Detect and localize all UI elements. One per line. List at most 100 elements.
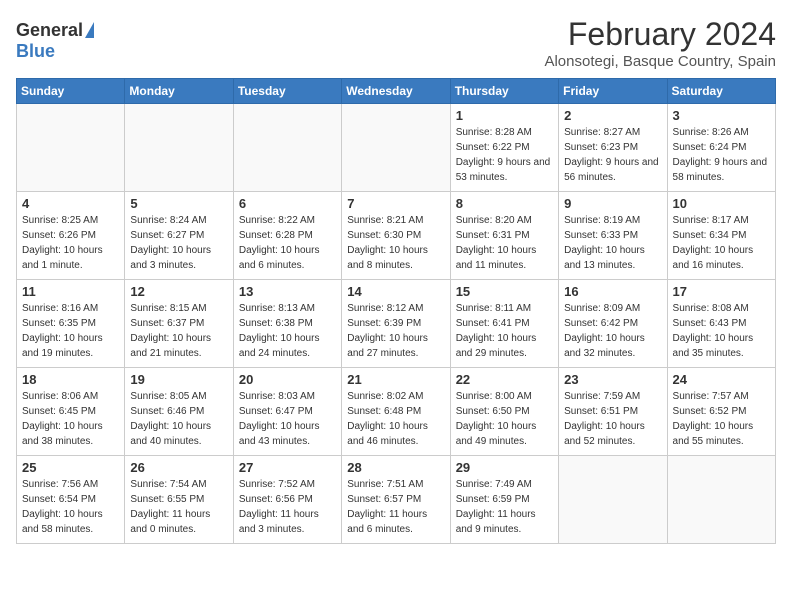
day-number: 9: [564, 196, 661, 211]
day-info: Sunrise: 8:03 AM Sunset: 6:47 PM Dayligh…: [239, 389, 336, 449]
day-info: Sunrise: 8:26 AM Sunset: 6:24 PM Dayligh…: [673, 125, 770, 185]
day-info: Sunrise: 8:28 AM Sunset: 6:22 PM Dayligh…: [456, 125, 553, 185]
day-cell: 7 Sunrise: 8:21 AM Sunset: 6:30 PM Daylig…: [342, 192, 450, 280]
header-cell-monday: Monday: [125, 79, 233, 104]
day-info: Sunrise: 8:13 AM Sunset: 6:38 PM Dayligh…: [239, 301, 336, 361]
day-info: Sunrise: 8:11 AM Sunset: 6:41 PM Dayligh…: [456, 301, 553, 361]
day-cell: 3 Sunrise: 8:26 AM Sunset: 6:24 PM Daylig…: [667, 104, 775, 192]
day-info: Sunrise: 7:54 AM Sunset: 6:55 PM Dayligh…: [130, 477, 227, 537]
day-number: 2: [564, 108, 661, 123]
day-cell: 19 Sunrise: 8:05 AM Sunset: 6:46 PM Dayli…: [125, 368, 233, 456]
day-cell: [233, 104, 341, 192]
day-info: Sunrise: 8:20 AM Sunset: 6:31 PM Dayligh…: [456, 213, 553, 273]
day-cell: [125, 104, 233, 192]
day-number: 26: [130, 460, 227, 475]
day-cell: 27 Sunrise: 7:52 AM Sunset: 6:56 PM Dayli…: [233, 456, 341, 544]
day-info: Sunrise: 8:17 AM Sunset: 6:34 PM Dayligh…: [673, 213, 770, 273]
calendar-body: 1Sunrise: 8:28 AM Sunset: 6:22 PM Daylig…: [17, 104, 776, 544]
day-info: Sunrise: 8:27 AM Sunset: 6:23 PM Dayligh…: [564, 125, 661, 185]
day-number: 27: [239, 460, 336, 475]
logo-triangle-icon: [85, 22, 94, 38]
day-number: 19: [130, 372, 227, 387]
day-number: 25: [22, 460, 119, 475]
day-number: 4: [22, 196, 119, 211]
day-info: Sunrise: 8:05 AM Sunset: 6:46 PM Dayligh…: [130, 389, 227, 449]
day-number: 16: [564, 284, 661, 299]
logo-blue-text: Blue: [16, 41, 55, 62]
day-info: Sunrise: 8:19 AM Sunset: 6:33 PM Dayligh…: [564, 213, 661, 273]
day-number: 23: [564, 372, 661, 387]
day-cell: 15 Sunrise: 8:11 AM Sunset: 6:41 PM Dayli…: [450, 280, 558, 368]
day-cell: 8 Sunrise: 8:20 AM Sunset: 6:31 PM Daylig…: [450, 192, 558, 280]
day-cell: 10 Sunrise: 8:17 AM Sunset: 6:34 PM Dayli…: [667, 192, 775, 280]
header: General Blue February 2024 Alonsotegi, B…: [16, 16, 776, 70]
week-row-5: 25 Sunrise: 7:56 AM Sunset: 6:54 PM Dayli…: [17, 456, 776, 544]
day-info: Sunrise: 8:21 AM Sunset: 6:30 PM Dayligh…: [347, 213, 444, 273]
day-number: 20: [239, 372, 336, 387]
day-number: 3: [673, 108, 770, 123]
day-cell: 5Sunrise: 8:24 AM Sunset: 6:27 PM Daylig…: [125, 192, 233, 280]
day-number: 8: [456, 196, 553, 211]
day-number: 11: [22, 284, 119, 299]
day-cell: 9 Sunrise: 8:19 AM Sunset: 6:33 PM Daylig…: [559, 192, 667, 280]
day-info: Sunrise: 8:15 AM Sunset: 6:37 PM Dayligh…: [130, 301, 227, 361]
day-cell: 21 Sunrise: 8:02 AM Sunset: 6:48 PM Dayli…: [342, 368, 450, 456]
day-info: Sunrise: 8:16 AM Sunset: 6:35 PM Dayligh…: [22, 301, 119, 361]
day-number: 5: [130, 196, 227, 211]
day-info: Sunrise: 8:22 AM Sunset: 6:28 PM Dayligh…: [239, 213, 336, 273]
day-cell: 25 Sunrise: 7:56 AM Sunset: 6:54 PM Dayli…: [17, 456, 125, 544]
day-cell: 17 Sunrise: 8:08 AM Sunset: 6:43 PM Dayli…: [667, 280, 775, 368]
day-number: 7: [347, 196, 444, 211]
day-number: 14: [347, 284, 444, 299]
header-cell-friday: Friday: [559, 79, 667, 104]
day-info: Sunrise: 7:57 AM Sunset: 6:52 PM Dayligh…: [673, 389, 770, 449]
day-number: 6: [239, 196, 336, 211]
day-cell: 28Sunrise: 7:51 AM Sunset: 6:57 PM Dayli…: [342, 456, 450, 544]
day-info: Sunrise: 8:06 AM Sunset: 6:45 PM Dayligh…: [22, 389, 119, 449]
day-info: Sunrise: 8:09 AM Sunset: 6:42 PM Dayligh…: [564, 301, 661, 361]
day-number: 15: [456, 284, 553, 299]
day-info: Sunrise: 7:59 AM Sunset: 6:51 PM Dayligh…: [564, 389, 661, 449]
day-info: Sunrise: 7:56 AM Sunset: 6:54 PM Dayligh…: [22, 477, 119, 537]
day-number: 10: [673, 196, 770, 211]
week-row-2: 4Sunrise: 8:25 AM Sunset: 6:26 PM Daylig…: [17, 192, 776, 280]
day-number: 21: [347, 372, 444, 387]
week-row-4: 18 Sunrise: 8:06 AM Sunset: 6:45 PM Dayli…: [17, 368, 776, 456]
day-info: Sunrise: 8:12 AM Sunset: 6:39 PM Dayligh…: [347, 301, 444, 361]
day-cell: 26 Sunrise: 7:54 AM Sunset: 6:55 PM Dayli…: [125, 456, 233, 544]
day-info: Sunrise: 8:00 AM Sunset: 6:50 PM Dayligh…: [456, 389, 553, 449]
day-number: 17: [673, 284, 770, 299]
week-row-1: 1Sunrise: 8:28 AM Sunset: 6:22 PM Daylig…: [17, 104, 776, 192]
day-info: Sunrise: 8:08 AM Sunset: 6:43 PM Dayligh…: [673, 301, 770, 361]
day-cell: 1Sunrise: 8:28 AM Sunset: 6:22 PM Daylig…: [450, 104, 558, 192]
day-number: 24: [673, 372, 770, 387]
day-cell: [17, 104, 125, 192]
logo: General Blue: [16, 20, 94, 62]
day-cell: 29Sunrise: 7:49 AM Sunset: 6:59 PM Dayli…: [450, 456, 558, 544]
day-number: 22: [456, 372, 553, 387]
week-row-3: 11 Sunrise: 8:16 AM Sunset: 6:35 PM Dayli…: [17, 280, 776, 368]
day-number: 13: [239, 284, 336, 299]
header-cell-thursday: Thursday: [450, 79, 558, 104]
day-info: Sunrise: 7:51 AM Sunset: 6:57 PM Dayligh…: [347, 477, 444, 537]
header-cell-saturday: Saturday: [667, 79, 775, 104]
header-cell-tuesday: Tuesday: [233, 79, 341, 104]
day-cell: [667, 456, 775, 544]
day-cell: 12Sunrise: 8:15 AM Sunset: 6:37 PM Dayli…: [125, 280, 233, 368]
day-cell: 22 Sunrise: 8:00 AM Sunset: 6:50 PM Dayli…: [450, 368, 558, 456]
day-cell: 23 Sunrise: 7:59 AM Sunset: 6:51 PM Dayli…: [559, 368, 667, 456]
day-cell: 13 Sunrise: 8:13 AM Sunset: 6:38 PM Dayli…: [233, 280, 341, 368]
calendar-table: SundayMondayTuesdayWednesdayThursdayFrid…: [16, 78, 776, 544]
day-cell: 18 Sunrise: 8:06 AM Sunset: 6:45 PM Dayli…: [17, 368, 125, 456]
header-cell-sunday: Sunday: [17, 79, 125, 104]
calendar-header-row: SundayMondayTuesdayWednesdayThursdayFrid…: [17, 79, 776, 104]
day-number: 18: [22, 372, 119, 387]
day-cell: 4Sunrise: 8:25 AM Sunset: 6:26 PM Daylig…: [17, 192, 125, 280]
day-cell: [342, 104, 450, 192]
day-info: Sunrise: 7:52 AM Sunset: 6:56 PM Dayligh…: [239, 477, 336, 537]
title-area: February 2024 Alonsotegi, Basque Country…: [544, 16, 776, 70]
day-cell: 20 Sunrise: 8:03 AM Sunset: 6:47 PM Dayli…: [233, 368, 341, 456]
day-cell: 11 Sunrise: 8:16 AM Sunset: 6:35 PM Dayli…: [17, 280, 125, 368]
day-info: Sunrise: 8:02 AM Sunset: 6:48 PM Dayligh…: [347, 389, 444, 449]
day-cell: 24 Sunrise: 7:57 AM Sunset: 6:52 PM Dayli…: [667, 368, 775, 456]
